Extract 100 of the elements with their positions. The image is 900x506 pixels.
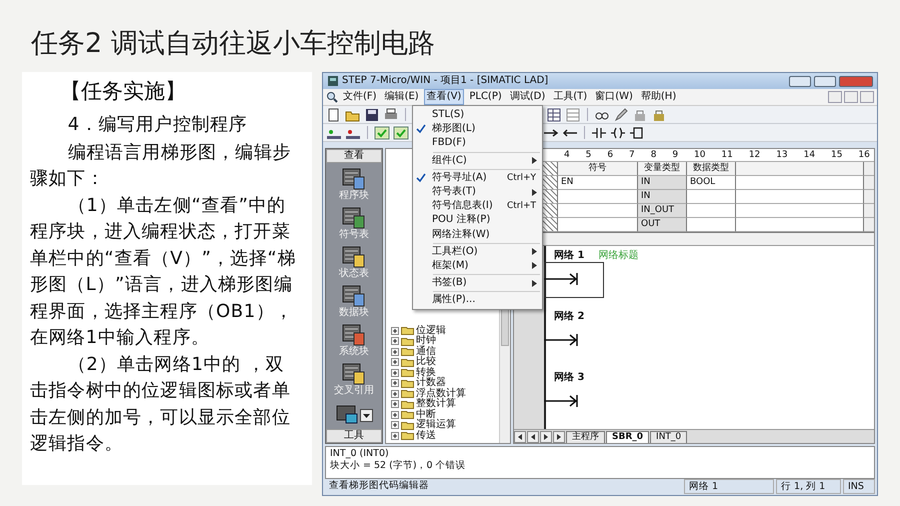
close-button[interactable] [839, 76, 873, 86]
menu-item[interactable]: 框架(M) [413, 258, 542, 274]
menu-item[interactable]: 符号表(T) [413, 184, 542, 200]
toolbar-button[interactable] [546, 106, 562, 122]
instruction-paragraph: 编程语言用梯形图，编辑步骤如下： [30, 140, 292, 191]
menu-item[interactable]: FBD(F) [413, 136, 542, 151]
tree-node[interactable]: 计数器 [391, 378, 499, 388]
tree-node[interactable]: 时钟 [391, 336, 499, 346]
navigation-header: 查看 [326, 149, 382, 163]
open-rung-drawing [544, 333, 580, 347]
open-rung-drawing [544, 394, 580, 408]
tree-node[interactable]: 整数计算 [391, 399, 499, 410]
table-cell: BOOL [687, 176, 736, 190]
ruler-number: 8 [650, 149, 656, 161]
network-title: 网络标题 [598, 250, 638, 262]
check-icon [393, 124, 409, 140]
menu-item[interactable]: 符号信息表(I) Ctrl+T [413, 199, 542, 214]
window-icon [342, 285, 366, 307]
submenu-arrow-icon [532, 280, 537, 287]
output-line: 块大小 = 52 (字节)，0 个错误 [330, 460, 467, 472]
menu-item[interactable]: PLC(P) [466, 89, 505, 105]
ruler-number: 10 [694, 149, 706, 161]
menu-item[interactable]: 调试(D) [506, 89, 548, 105]
instruction-paragraph: （1）单击左侧“查看”中的程序块，进入编程状态，打开菜单栏中的“查看（V）”，选择“梯形图（L）”语言，进入梯形图编程界面，选择主程序（OB1），在网络1中输入程序。 [30, 194, 297, 350]
toolbar-button[interactable] [364, 106, 380, 122]
window-icon [342, 168, 366, 190]
ruler-number: 5 [586, 149, 592, 161]
tree-node[interactable]: 浮点数计算 [391, 388, 499, 399]
expand-icon [391, 400, 399, 408]
menu-item[interactable]: POU 注释(P) [413, 213, 542, 228]
tree-node[interactable]: 通信 [391, 346, 499, 357]
menu-item[interactable]: 工具(T) [550, 89, 590, 105]
folder-icon [401, 400, 414, 409]
table-icon [565, 106, 581, 122]
tree-node[interactable]: 转换 [391, 368, 499, 378]
tab[interactable]: SBR_0 [606, 431, 650, 443]
folder-icon [401, 410, 414, 420]
scroll-button[interactable] [553, 431, 565, 443]
menu-item[interactable]: 工具栏(O) [413, 244, 542, 259]
dropdown-button[interactable] [360, 408, 372, 422]
column-header: 变量类型 [638, 162, 687, 176]
menu-item[interactable]: 网络注释(W) [413, 228, 542, 242]
instruction-paragraph: （2）单击网络1中的 ，双击指令树中的位逻辑图标或者单击左侧的加号，可以显示全部位逻辑指令。 [30, 352, 292, 456]
toolbar-button[interactable] [629, 124, 645, 140]
ruler-number: 16 [858, 149, 870, 161]
scroll-button[interactable] [540, 431, 552, 443]
expand-icon [391, 337, 399, 346]
menu-item[interactable]: 梯形图(L) [413, 122, 542, 136]
tree-node[interactable]: 比较 [391, 357, 499, 368]
column-header: 数据类型 [687, 162, 736, 176]
menu-item[interactable]: 符号寻址(A) Ctrl+Y [413, 170, 542, 185]
ruler-number: 4 [564, 149, 570, 161]
table-cell: IN [638, 190, 687, 204]
menu-item[interactable]: 属性(P)... [413, 293, 542, 308]
folder-icon [401, 389, 414, 398]
menu-item[interactable]: 帮助(H) [638, 89, 680, 105]
expand-icon [391, 432, 399, 440]
table-cell [687, 204, 736, 218]
ruler-number: 15 [830, 149, 842, 161]
expand-icon [391, 348, 399, 356]
menu-item[interactable]: 组件(C) [413, 154, 542, 168]
menu-item[interactable]: 窗口(W) [592, 89, 636, 105]
scroll-button[interactable] [514, 431, 526, 443]
folder-icon [401, 336, 414, 346]
folder-icon [401, 420, 414, 430]
menu-item[interactable]: STL(S) [413, 108, 542, 122]
menu-item[interactable]: 编辑(E) [382, 89, 422, 105]
submenu-arrow-icon [532, 188, 537, 196]
submenu-arrow-icon [532, 157, 537, 164]
ruler-number: 7 [629, 149, 635, 161]
status-text: INS [843, 479, 875, 494]
window-icon [342, 207, 366, 229]
minimize-button[interactable] [789, 76, 811, 86]
network-label: 网络 1 [554, 250, 584, 262]
folder-icon [401, 431, 414, 440]
expand-icon [391, 379, 399, 388]
table-icon [546, 106, 562, 122]
tab[interactable]: INT_0 [650, 431, 688, 443]
tree-node[interactable]: 中断 [391, 410, 499, 420]
status-text: 行 1, 列 1 [776, 479, 841, 494]
magnifier-icon[interactable] [326, 91, 338, 103]
tree-node[interactable]: 位逻辑 [391, 326, 499, 336]
tab[interactable]: 主程序 [566, 431, 605, 443]
window-title: STEP 7-Micro/WIN - 项目1 - [SIMATIC LAD] [342, 75, 550, 87]
slide-title: 任务2 调试自动往返小车控制电路 [31, 27, 435, 61]
folder-icon [401, 326, 414, 336]
tree-node[interactable]: 逻辑运算 [391, 420, 499, 430]
network-label: 网络 2 [554, 311, 584, 323]
menu-item[interactable]: 查看(V) [424, 89, 464, 105]
ruler-number: 13 [776, 149, 788, 161]
table-cell [687, 190, 736, 204]
scroll-button[interactable] [527, 431, 539, 443]
expand-icon [391, 410, 399, 419]
ruler-number: 6 [607, 149, 614, 161]
menu-item[interactable]: 文件(F) [340, 89, 380, 105]
menu-item[interactable]: 书签(B) [413, 276, 542, 290]
folder-icon [401, 347, 414, 356]
tree-node[interactable]: 传送 [391, 430, 499, 441]
ruler-number: 11 [721, 149, 733, 161]
maximize-button[interactable] [814, 76, 836, 86]
